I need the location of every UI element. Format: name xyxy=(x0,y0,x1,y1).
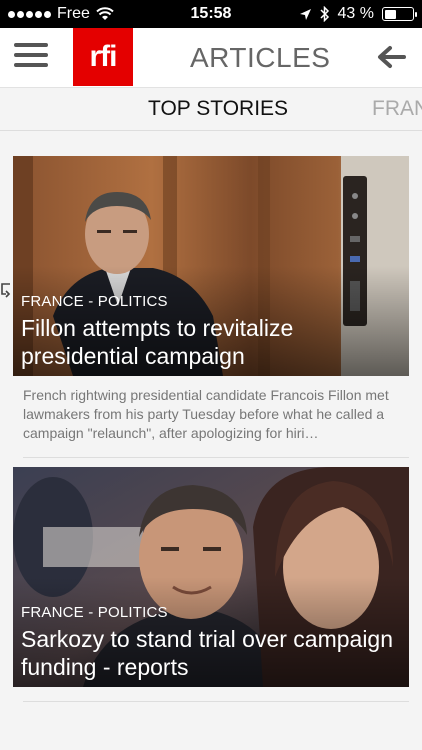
article-category: FRANCE - POLITICS xyxy=(21,293,168,310)
battery-fill xyxy=(384,9,396,19)
drawer-handle-icon[interactable] xyxy=(0,282,12,300)
location-arrow-icon xyxy=(299,8,311,20)
article-image[interactable]: FRANCE - POLITICS Fillon attempts to rev… xyxy=(13,156,409,376)
article-headline[interactable]: Sarkozy to stand trial over campaign fun… xyxy=(21,625,403,681)
bluetooth-icon xyxy=(320,6,329,22)
tab-top-stories[interactable]: TOP STORIES xyxy=(148,97,288,121)
divider xyxy=(23,457,409,458)
hamburger-menu-icon[interactable] xyxy=(14,43,48,73)
status-bar: Free 15:58 43 % xyxy=(0,0,422,28)
tab-france[interactable]: FRAN xyxy=(372,97,422,121)
article-category: FRANCE - POLITICS xyxy=(21,604,168,621)
section-tabs: TOP STORIES FRAN xyxy=(0,89,422,131)
arrow-left-icon[interactable] xyxy=(374,42,408,72)
article-card[interactable]: FRANCE - POLITICS Fillon attempts to rev… xyxy=(13,156,409,458)
article-summary: French rightwing presidential candidate … xyxy=(23,387,389,441)
status-icons: 43 % xyxy=(299,5,417,23)
battery-icon xyxy=(382,7,417,21)
divider xyxy=(23,701,409,702)
rfi-logo: rfi xyxy=(73,28,133,86)
battery-percent: 43 % xyxy=(337,5,374,22)
app-header: rfi ARTICLES xyxy=(0,28,422,88)
article-headline[interactable]: Fillon attempts to revitalize presidenti… xyxy=(21,314,403,370)
article-image[interactable]: FRANCE - POLITICS Sarkozy to stand trial… xyxy=(13,467,409,687)
page-title: ARTICLES xyxy=(190,42,331,73)
article-card[interactable]: FRANCE - POLITICS Sarkozy to stand trial… xyxy=(13,467,409,702)
